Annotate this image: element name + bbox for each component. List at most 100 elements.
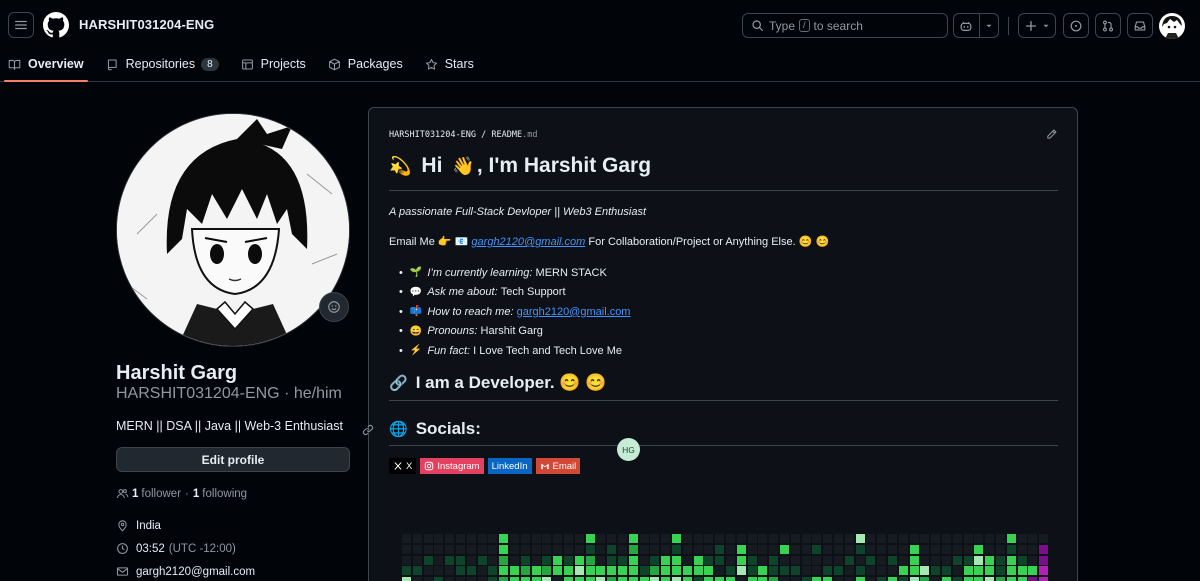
- contribution-cell[interactable]: [790, 534, 800, 543]
- contribution-cell[interactable]: [844, 534, 854, 543]
- contribution-cell[interactable]: [898, 544, 908, 554]
- contribution-cell[interactable]: [564, 577, 573, 581]
- contribution-cell[interactable]: [985, 566, 995, 576]
- contribution-cell[interactable]: [445, 566, 455, 576]
- contribution-cell[interactable]: [499, 577, 509, 581]
- contribution-cell[interactable]: [1028, 577, 1038, 581]
- contribution-cell[interactable]: [628, 566, 638, 576]
- contribution-cell[interactable]: [1028, 566, 1038, 576]
- contribution-cell[interactable]: [996, 534, 1005, 543]
- contribution-cell[interactable]: [639, 577, 649, 581]
- readme-path-user[interactable]: HARSHIT031204-ENG: [389, 130, 476, 140]
- contribution-cell[interactable]: [542, 534, 552, 543]
- contribution-cell[interactable]: [650, 544, 660, 554]
- contribution-cell[interactable]: [434, 577, 444, 581]
- contribution-cell[interactable]: [898, 577, 908, 581]
- contribution-cell[interactable]: [780, 577, 789, 581]
- followers-link[interactable]: 1 follower: [132, 488, 181, 500]
- contribution-cell[interactable]: [412, 544, 422, 554]
- contribution-cell[interactable]: [747, 534, 757, 543]
- contribution-cell[interactable]: [952, 555, 962, 565]
- contribution-cell[interactable]: [866, 555, 876, 565]
- contribution-cell[interactable]: [510, 534, 519, 543]
- contribution-cell[interactable]: [1039, 544, 1049, 554]
- contribution-cell[interactable]: [510, 544, 519, 554]
- contribution-cell[interactable]: [693, 555, 703, 565]
- contribution-cell[interactable]: [780, 544, 789, 554]
- contribution-cell[interactable]: [542, 555, 552, 565]
- contribution-cell[interactable]: [510, 577, 519, 581]
- create-new-button[interactable]: [1018, 13, 1056, 38]
- contribution-cell[interactable]: [1006, 544, 1016, 554]
- contribution-cell[interactable]: [672, 544, 681, 554]
- instagram-badge[interactable]: Instagram: [420, 458, 484, 474]
- contribution-cell[interactable]: [520, 544, 530, 554]
- contribution-cell[interactable]: [542, 566, 552, 576]
- contribution-cell[interactable]: [531, 544, 541, 554]
- contribution-cell[interactable]: [466, 555, 476, 565]
- search-input[interactable]: Type / to search: [742, 13, 948, 38]
- contribution-cell[interactable]: [974, 577, 984, 581]
- contribution-cell[interactable]: [434, 555, 444, 565]
- contribution-cell[interactable]: [585, 577, 595, 581]
- contribution-cell[interactable]: [812, 577, 822, 581]
- contribution-cell[interactable]: [639, 544, 649, 554]
- contribution-cell[interactable]: [931, 534, 941, 543]
- contribution-cell[interactable]: [553, 577, 563, 581]
- contribution-cell[interactable]: [909, 577, 919, 581]
- contribution-cell[interactable]: [564, 544, 573, 554]
- contribution-cell[interactable]: [823, 566, 833, 576]
- contribution-cell[interactable]: [801, 566, 811, 576]
- contribution-cell[interactable]: [769, 577, 779, 581]
- contribution-cell[interactable]: [499, 544, 509, 554]
- tab-stars[interactable]: Stars: [417, 52, 482, 76]
- contribution-cell[interactable]: [855, 566, 865, 576]
- contribution-cell[interactable]: [650, 534, 660, 543]
- contribution-cell[interactable]: [715, 555, 725, 565]
- contribution-cell[interactable]: [564, 566, 573, 576]
- contribution-cell[interactable]: [747, 544, 757, 554]
- contribution-cell[interactable]: [1006, 534, 1016, 543]
- contribution-cell[interactable]: [715, 566, 725, 576]
- contribution-cell[interactable]: [920, 544, 930, 554]
- issues-button[interactable]: [1063, 13, 1089, 38]
- contribution-cell[interactable]: [1039, 566, 1049, 576]
- contribution-cell[interactable]: [823, 544, 833, 554]
- contribution-cell[interactable]: [402, 566, 411, 576]
- contribution-cell[interactable]: [607, 577, 617, 581]
- contribution-cell[interactable]: [585, 534, 595, 543]
- contribution-cell[interactable]: [920, 534, 930, 543]
- contribution-cell[interactable]: [661, 544, 671, 554]
- contribution-cell[interactable]: [1028, 534, 1038, 543]
- contribution-cell[interactable]: [823, 555, 833, 565]
- contribution-cell[interactable]: [693, 566, 703, 576]
- contribution-cell[interactable]: [952, 544, 962, 554]
- menu-button[interactable]: [8, 12, 34, 38]
- set-status-button[interactable]: [319, 292, 349, 322]
- contribution-cell[interactable]: [1017, 555, 1027, 565]
- contribution-cell[interactable]: [574, 534, 584, 543]
- contribution-cell[interactable]: [618, 577, 627, 581]
- contribution-cell[interactable]: [963, 555, 973, 565]
- contribution-cell[interactable]: [931, 566, 941, 576]
- contribution-cell[interactable]: [790, 544, 800, 554]
- contribution-cell[interactable]: [866, 577, 876, 581]
- contribution-cell[interactable]: [445, 534, 455, 543]
- contribution-cell[interactable]: [434, 566, 444, 576]
- contribution-cell[interactable]: [877, 555, 887, 565]
- contribution-cell[interactable]: [877, 566, 887, 576]
- contribution-cell[interactable]: [942, 577, 951, 581]
- contribution-cell[interactable]: [639, 555, 649, 565]
- contribution-cell[interactable]: [542, 577, 552, 581]
- contribution-cell[interactable]: [628, 534, 638, 543]
- profile-avatar[interactable]: [116, 113, 350, 347]
- contribution-cell[interactable]: [650, 566, 660, 576]
- contribution-cell[interactable]: [726, 534, 735, 543]
- contribution-cell[interactable]: [445, 577, 455, 581]
- contribution-cell[interactable]: [423, 544, 433, 554]
- contribution-cell[interactable]: [747, 555, 757, 565]
- contribution-cell[interactable]: [985, 544, 995, 554]
- contribution-cell[interactable]: [769, 544, 779, 554]
- contribution-cell[interactable]: [812, 555, 822, 565]
- contribution-cell[interactable]: [736, 544, 746, 554]
